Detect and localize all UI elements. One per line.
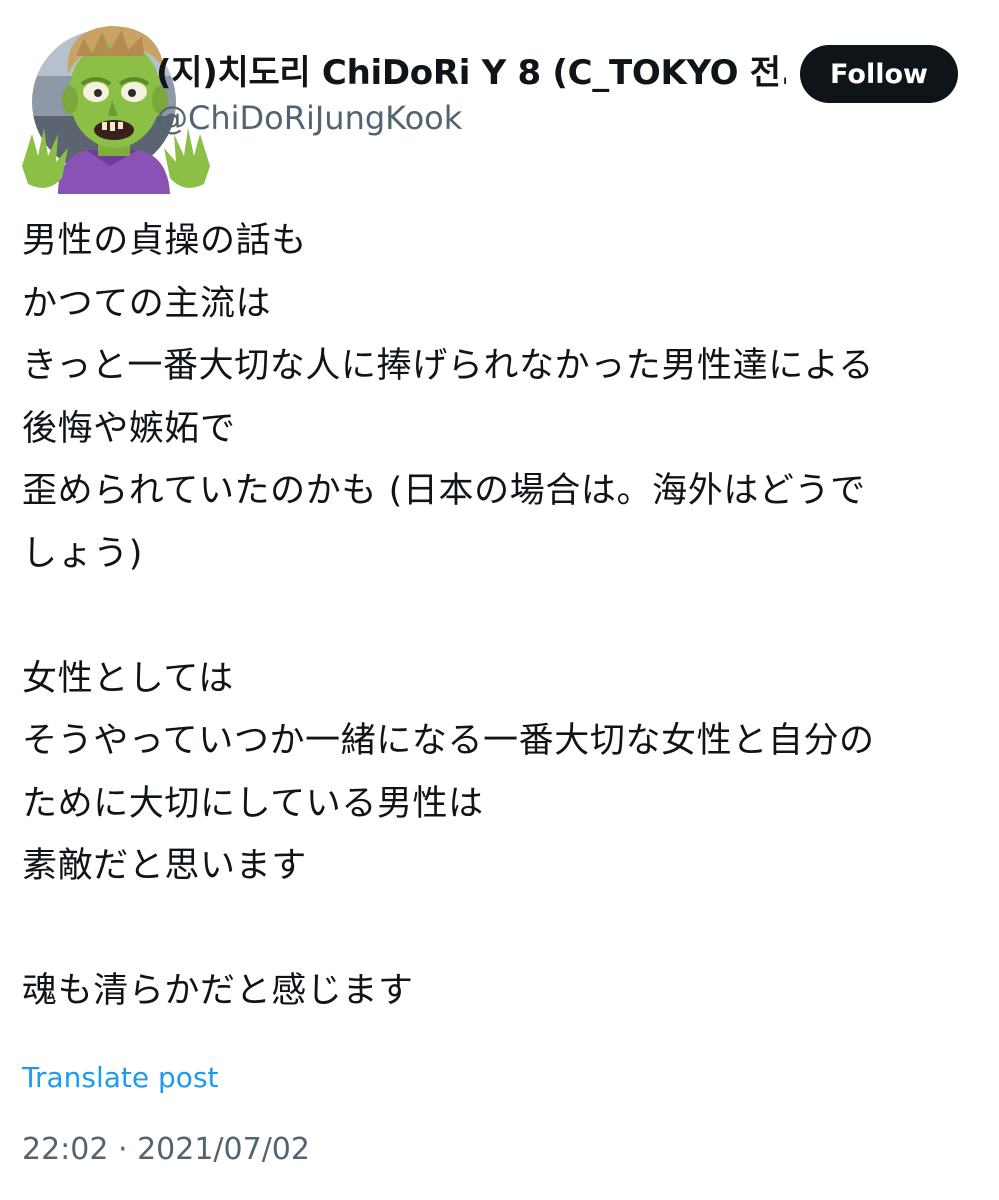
post-text-line: 男性の貞操の話も <box>22 221 307 261</box>
post-text-line: 女性としては <box>22 658 234 699</box>
post-detail: (지)치도리 ChiDoRi Y 8 (C_TOKYO 전... @ChiDoR… <box>0 0 999 1200</box>
post-text-line: 魂も清らかだと感じます <box>22 971 414 1011</box>
post-text-line: きっと一番大切な人に捧げられなかった男性達による <box>22 346 874 386</box>
post-text-line: ために大切にしている男性は <box>22 783 484 824</box>
post-text-line: 歪められていたのかも (日本の場合は。海外はどうで <box>22 471 866 511</box>
author-handle[interactable]: @ChiDoRiJungKook <box>156 96 462 140</box>
post-text-line: 素敵だと思います <box>22 846 307 886</box>
post-header: (지)치도리 ChiDoRi Y 8 (C_TOKYO 전... @ChiDoR… <box>0 0 999 200</box>
post-text-line: 後悔や嫉妬で <box>22 408 236 449</box>
translate-post-link[interactable]: Translate post <box>22 1056 219 1100</box>
author-display-name[interactable]: (지)치도리 ChiDoRi Y 8 (C_TOKYO 전... <box>156 50 786 96</box>
post-timestamp[interactable]: 22:02 · 2021/07/02 <box>22 1128 310 1172</box>
post-text-line: かつての主流は <box>22 283 272 324</box>
post-text-line <box>22 585 972 648</box>
follow-button[interactable]: Follow <box>800 45 958 103</box>
post-text: 男性の貞操の話も かつての主流は きっと一番大切な人に捧げられなかった男性達によ… <box>22 210 972 1023</box>
post-text-line <box>22 898 972 961</box>
post-text-line: そうやっていつか一緒になる一番大切な女性と自分の <box>22 721 875 761</box>
post-text-line: しょう) <box>22 533 144 574</box>
